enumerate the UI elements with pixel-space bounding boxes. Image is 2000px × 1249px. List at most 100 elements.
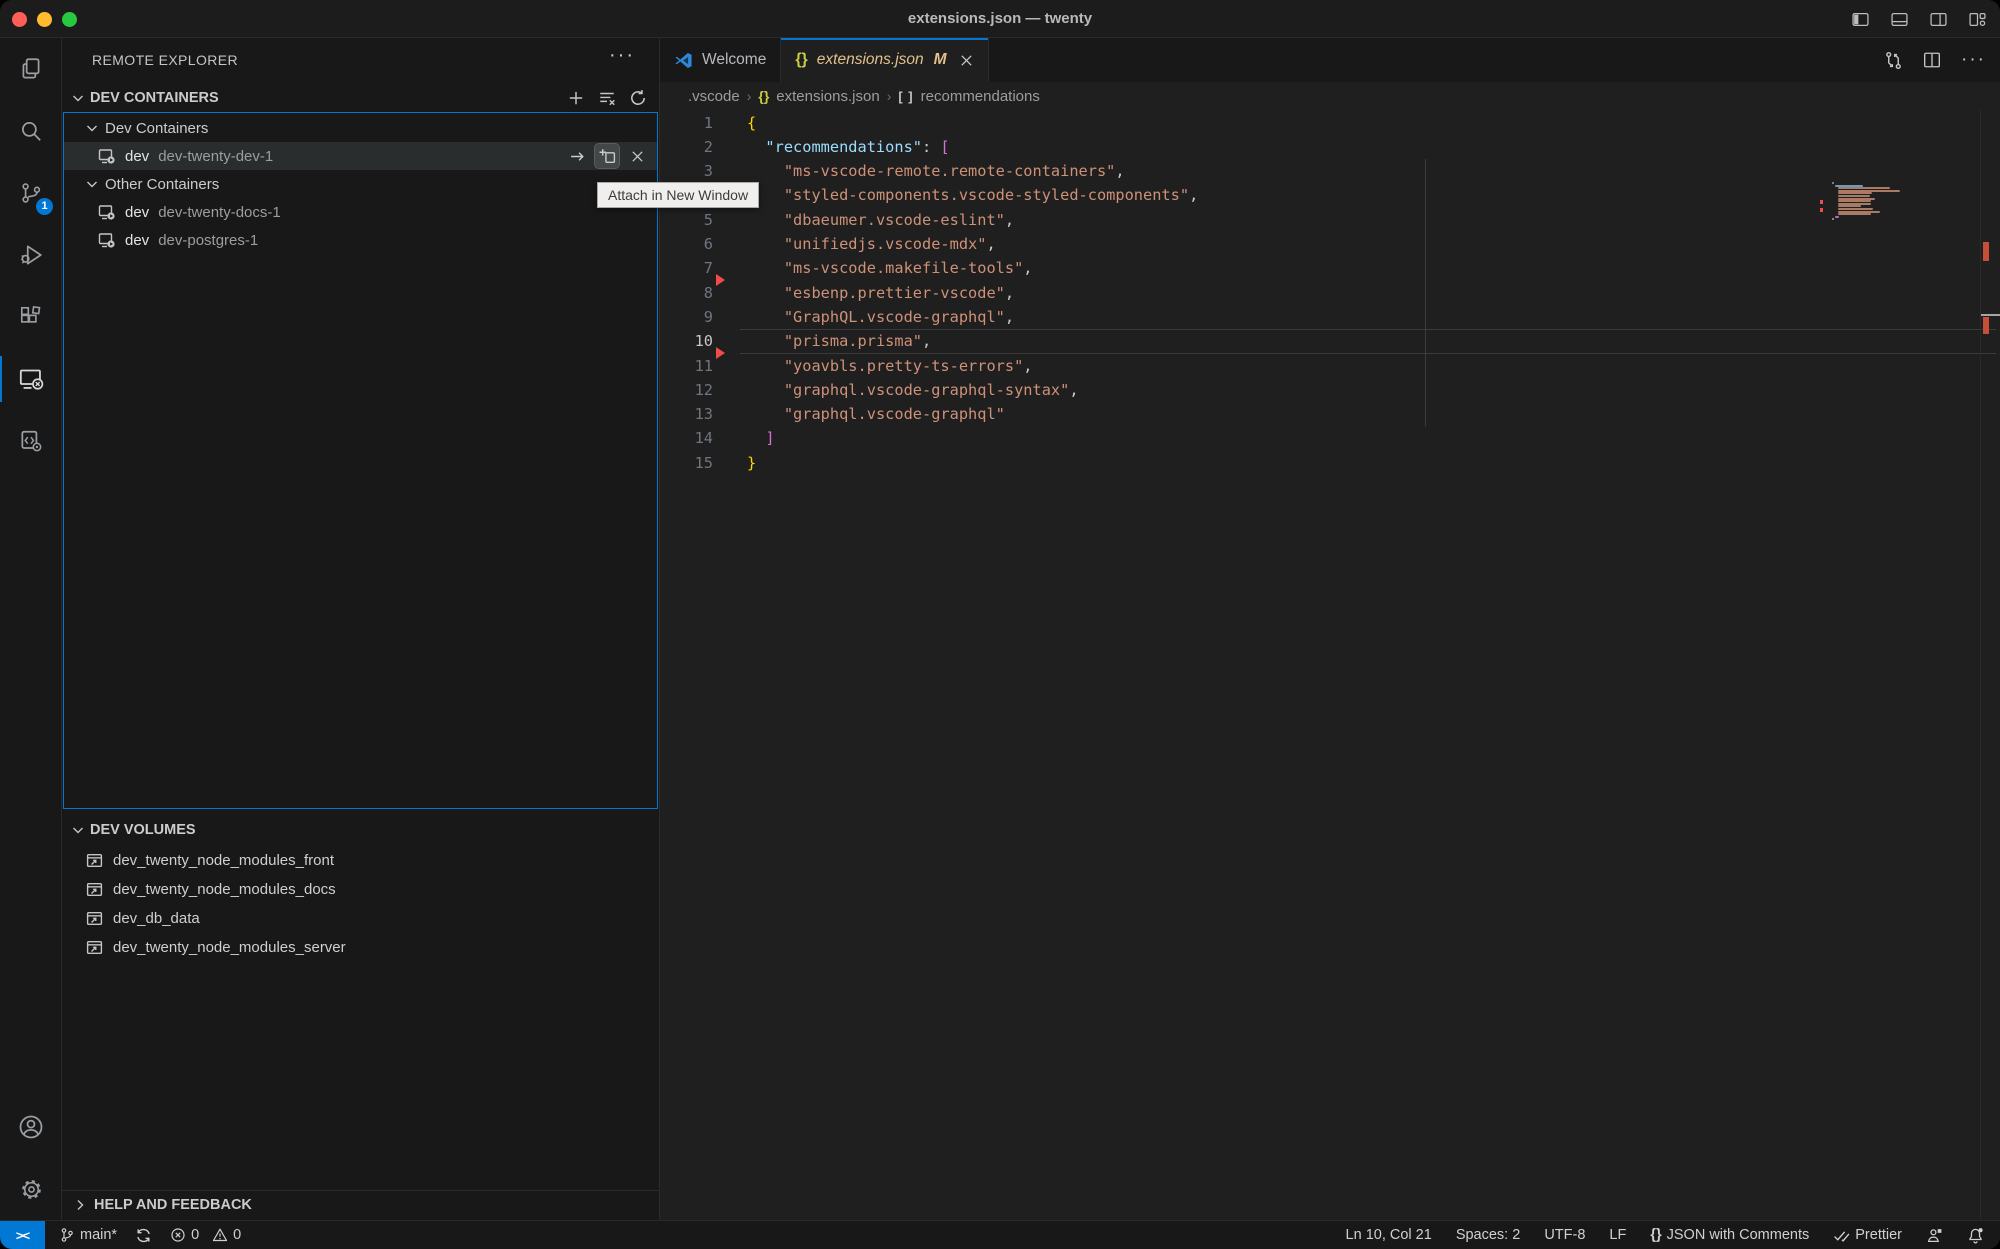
container-item-dev-postgres-1[interactable]: devdev-postgres-1 xyxy=(64,226,657,254)
dev-containers-tab[interactable] xyxy=(0,410,62,472)
code-line-8[interactable]: 8 "esbenp.prettier-vscode", xyxy=(660,280,2000,305)
sync-icon xyxy=(135,1227,152,1244)
container-item-dev-twenty-dev-1[interactable]: devdev-twenty-dev-1 xyxy=(64,142,657,170)
overview-ruler[interactable] xyxy=(1980,110,2000,1220)
breadcrumb-item[interactable]: .vscode xyxy=(688,88,740,105)
add-container-icon[interactable] xyxy=(567,89,585,107)
help-feedback-section-header[interactable]: HELP AND FEEDBACK xyxy=(62,1190,659,1219)
line-content: "recommendations": [ xyxy=(747,138,950,156)
encoding-item[interactable]: UTF-8 xyxy=(1544,1227,1585,1243)
run-debug-tab[interactable] xyxy=(0,224,62,286)
breadcrumb-item[interactable]: extensions.json xyxy=(776,88,879,105)
volume-item-dev_db_data[interactable]: dev_db_data xyxy=(62,904,659,933)
tree-group-dev-containers[interactable]: Dev Containers xyxy=(64,114,657,142)
stop-icon[interactable] xyxy=(625,144,649,168)
formatter-item[interactable]: Prettier xyxy=(1833,1227,1902,1244)
code-line-5[interactable]: 5 "dbaeumer.vscode-eslint", xyxy=(660,207,2000,232)
code-line-11[interactable]: 11 "yoavbls.pretty-ts-errors", xyxy=(660,353,2000,378)
search-tab[interactable] xyxy=(0,100,62,162)
cursor-position-item[interactable]: Ln 10, Col 21 xyxy=(1346,1227,1432,1243)
notifications-button[interactable] xyxy=(1967,1227,1984,1244)
more-actions-icon[interactable]: ··· xyxy=(609,44,635,67)
git-branch-item[interactable]: main* xyxy=(59,1227,117,1243)
layout-controls xyxy=(1852,0,1986,38)
minimap[interactable] xyxy=(1820,182,1950,232)
files-icon xyxy=(18,56,44,82)
toggle-secondary-sidebar-icon[interactable] xyxy=(1930,11,1947,28)
section-actions xyxy=(567,84,647,112)
code-line-4[interactable]: 4 "styled-components.vscode-styled-compo… xyxy=(660,183,2000,208)
eol-item[interactable]: LF xyxy=(1609,1227,1626,1243)
title-bar: extensions.json — twenty xyxy=(0,0,2000,38)
volume-item-dev_twenty_node_modules_front[interactable]: dev_twenty_node_modules_front xyxy=(62,846,659,875)
settings-button[interactable] xyxy=(0,1158,62,1220)
toggle-panel-icon[interactable] xyxy=(1891,11,1908,28)
container-item-dev-twenty-docs-1[interactable]: devdev-twenty-docs-1 xyxy=(64,198,657,226)
code-line-12[interactable]: 12 "graphql.vscode-graphql-syntax", xyxy=(660,377,2000,402)
tab-welcome[interactable]: Welcome xyxy=(660,38,781,82)
open-changes-icon[interactable] xyxy=(1884,51,1903,70)
close-tab-icon[interactable] xyxy=(959,53,974,68)
volume-name: dev_db_data xyxy=(113,910,200,927)
attach-new-window-icon[interactable] xyxy=(595,144,619,168)
tree-group-other-containers[interactable]: Other Containers xyxy=(64,170,657,198)
editor-group: Welcome {} extensions.json M ··· .vscode… xyxy=(660,38,2000,1220)
line-number: 15 xyxy=(660,454,713,472)
line-number: 5 xyxy=(660,211,713,229)
remote-indicator[interactable]: >< xyxy=(0,1221,45,1249)
line-content: "graphql.vscode-graphql" xyxy=(747,405,1005,423)
container-prefix: dev xyxy=(125,232,149,249)
account-icon xyxy=(17,1113,45,1141)
dev-volumes-section-header[interactable]: DEV VOLUMES xyxy=(62,816,659,844)
code-line-15[interactable]: 15} xyxy=(660,450,2000,475)
activity-bar: 1 xyxy=(0,38,62,1220)
extensions-tab[interactable] xyxy=(0,286,62,348)
json-braces-icon: {} xyxy=(758,88,769,104)
breadcrumb-item[interactable]: recommendations xyxy=(921,88,1040,105)
overview-deleted-mark xyxy=(1983,317,1989,334)
split-editor-icon[interactable] xyxy=(1923,51,1941,69)
indentation-item[interactable]: Spaces: 2 xyxy=(1456,1227,1521,1243)
code-line-13[interactable]: 13 "graphql.vscode-graphql" xyxy=(660,402,2000,427)
toggle-sidebar-icon[interactable] xyxy=(1852,11,1869,28)
line-content: "ms-vscode.makefile-tools", xyxy=(747,259,1033,277)
explorer-tab[interactable] xyxy=(0,38,62,100)
tab-extensions-json[interactable]: {} extensions.json M xyxy=(781,38,988,82)
code-line-2[interactable]: 2 "recommendations": [ xyxy=(660,134,2000,159)
array-brackets-icon: [ ] xyxy=(898,89,913,104)
code-line-9[interactable]: 9 "GraphQL.vscode-graphql", xyxy=(660,304,2000,329)
branch-name: main* xyxy=(80,1227,117,1243)
volume-item-dev_twenty_node_modules_server[interactable]: dev_twenty_node_modules_server xyxy=(62,933,659,962)
problems-item[interactable]: 0 0 xyxy=(170,1227,241,1243)
breadcrumb-separator: › xyxy=(747,88,752,104)
line-content: "dbaeumer.vscode-eslint", xyxy=(747,211,1014,229)
container-icon xyxy=(98,147,116,165)
volume-item-dev_twenty_node_modules_docs[interactable]: dev_twenty_node_modules_docs xyxy=(62,875,659,904)
source-control-tab[interactable]: 1 xyxy=(0,162,62,224)
code-line-10[interactable]: 10 "prisma.prisma", xyxy=(660,329,2000,354)
status-bar: >< main* 0 0 Ln 10, Col 21 Spaces: 2 UTF… xyxy=(0,1220,2000,1249)
warning-count: 0 xyxy=(233,1227,241,1243)
refresh-icon[interactable] xyxy=(629,89,647,107)
remote-explorer-tab[interactable] xyxy=(0,348,62,410)
chevron-down-icon xyxy=(84,176,100,192)
git-deleted-marker xyxy=(716,274,725,286)
code-line-3[interactable]: 3 "ms-vscode-remote.remote-containers", xyxy=(660,159,2000,184)
code-line-7[interactable]: 7 "ms-vscode.makefile-tools", xyxy=(660,256,2000,281)
line-content: "esbenp.prettier-vscode", xyxy=(747,284,1014,302)
account-button[interactable] xyxy=(0,1096,62,1158)
attach-current-window-icon[interactable] xyxy=(565,144,589,168)
customize-layout-icon[interactable] xyxy=(1969,11,1986,28)
code-line-1[interactable]: 1{ xyxy=(660,110,2000,135)
code-line-14[interactable]: 14 ] xyxy=(660,426,2000,451)
language-mode-item[interactable]: {} JSON with Comments xyxy=(1650,1227,1809,1243)
more-actions-icon[interactable]: ··· xyxy=(1961,49,1986,71)
clear-list-icon[interactable] xyxy=(598,89,616,107)
line-content: "yoavbls.pretty-ts-errors", xyxy=(747,357,1033,375)
code-editor[interactable]: 1{2 "recommendations": [3 "ms-vscode-rem… xyxy=(660,110,2000,1220)
chevron-down-icon xyxy=(84,120,100,136)
volume-name: dev_twenty_node_modules_docs xyxy=(113,881,336,898)
feedback-button[interactable] xyxy=(1926,1227,1943,1244)
sync-changes-button[interactable] xyxy=(135,1227,152,1244)
code-line-6[interactable]: 6 "unifiedjs.vscode-mdx", xyxy=(660,232,2000,257)
